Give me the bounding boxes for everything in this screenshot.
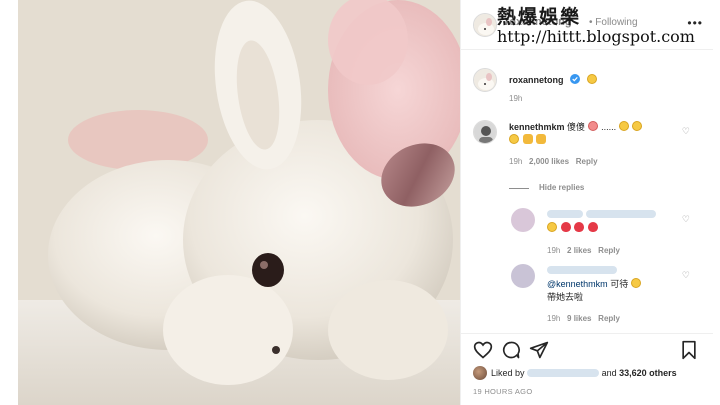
comment-likes[interactable]: 2,000 likes [529,157,569,166]
unicorn-avatar-icon [474,14,496,36]
plush-unicorn-image [18,0,460,405]
blurred-mention[interactable] [585,210,656,218]
person-avatar-icon [474,121,496,143]
comment-text: 傻傻 [567,122,586,132]
red-heart-emoji-icon [560,222,571,232]
laughing-face-emoji-icon [547,222,557,232]
caption-username[interactable]: roxannetong [509,75,564,85]
reply-body [547,209,677,235]
blurred-username[interactable] [547,266,617,274]
reply-likes[interactable]: 9 likes [567,314,591,323]
reply-age: 19h [547,314,561,323]
comment-username[interactable]: kennethmkm [509,122,565,132]
face-emoji-icon [618,121,629,131]
reply-avatar-blurred[interactable] [511,264,535,288]
liked-by-and: and [601,368,617,378]
comment-age: 19h [509,157,523,166]
post-side-panel: roxannetong • Following ••• 熱爆娛樂 http://… [460,0,713,405]
reply-body: @kennethmkm 可待 帶她去啦 [547,265,677,304]
hide-replies-button[interactable]: Hide replies [539,183,584,192]
post-photo[interactable] [18,0,460,405]
verified-badge-icon [569,74,580,84]
reply-mention[interactable]: @kennethmkm [547,279,608,289]
reply-text-line2: 帶她去啦 [547,292,584,302]
pointing-hand-emoji-icon [536,134,547,144]
reply-likes[interactable]: 2 likes [567,246,591,255]
face-emoji-icon [632,121,643,131]
like-comment-heart-icon[interactable]: ♡ [682,126,690,137]
comment-icon[interactable] [501,340,521,360]
frowning-face-emoji-icon [587,74,598,84]
liked-by-prefix: Liked by [491,368,525,378]
like-reply-heart-icon[interactable]: ♡ [682,214,690,225]
watermark-url: http://hittt.blogspot.com [497,27,695,46]
comment-meta: 19h 2,000 likes Reply [509,157,598,166]
reply-reply-button[interactable]: Reply [598,246,620,255]
pointing-hand-emoji-icon [522,134,533,144]
laughing-face-emoji-icon [630,278,641,288]
liked-by-line: Liked by and 33,620 others [491,368,677,378]
instagram-post-view: roxannetong • Following ••• 熱爆娛樂 http://… [0,0,720,405]
cat-face-emoji-icon [587,121,598,131]
post-header: roxannetong • Following ••• 熱爆娛樂 http://… [461,0,713,50]
share-icon[interactable] [529,340,549,360]
liker-avatar[interactable] [473,366,487,380]
comment-body: kennethmkm 傻傻 ...... [509,121,679,147]
reply-text: 可待 [610,279,629,289]
watermark-title: 熱爆娛樂 [497,6,582,28]
post-time-ago[interactable]: 19 HOURS AGO [473,387,532,396]
like-reply-heart-icon[interactable]: ♡ [682,270,690,281]
caption-avatar[interactable] [473,68,497,92]
blurred-liker-username[interactable] [527,369,600,377]
post-actions-bar: Liked by and 33,620 others 19 HOURS AGO [461,333,713,403]
reply-avatar-blurred[interactable] [511,208,535,232]
unicorn-avatar-icon [474,69,496,91]
commenter-avatar[interactable] [473,120,497,144]
blurred-username[interactable] [547,210,583,218]
reply-age: 19h [547,246,561,255]
red-heart-emoji-icon [587,222,598,232]
red-heart-emoji-icon [574,222,585,232]
caption-line: roxannetong [509,70,598,88]
caption-age: 19h [509,94,523,103]
reply-reply-button[interactable]: Reply [598,314,620,323]
hide-replies-divider [509,188,529,189]
comment-reply-button[interactable]: Reply [576,157,598,166]
bookmark-icon[interactable] [679,340,699,360]
comment-ellipsis: ...... [601,122,617,132]
heart-icon[interactable] [473,340,493,360]
reply-meta: 19h 9 likes Reply [547,314,620,323]
others-count[interactable]: 33,620 others [619,368,677,378]
face-emoji-icon [509,134,519,144]
reply-meta: 19h 2 likes Reply [547,246,620,255]
author-avatar[interactable] [473,13,497,37]
